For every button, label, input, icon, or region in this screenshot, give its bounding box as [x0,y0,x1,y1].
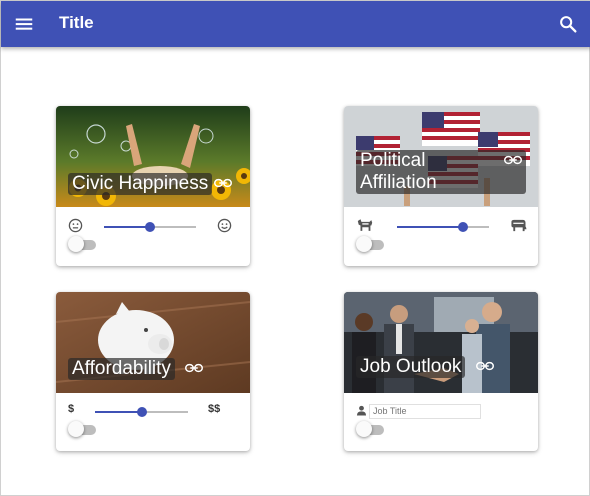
toggle-switch[interactable] [68,421,98,437]
card-title-line1: Political [360,150,426,171]
low-cost-label: $ [68,403,75,415]
card-job-outlook: Job Outlook [344,292,538,451]
search-icon[interactable] [557,13,579,35]
affiliation-slider[interactable] [397,222,489,232]
slider-thumb[interactable] [458,222,469,232]
app-bar: Title [1,1,590,47]
toggle-switch[interactable] [356,421,386,437]
affordability-slider[interactable] [95,407,188,417]
card-civic-happiness: Civic Happiness [56,106,250,266]
smile-face-icon [217,218,232,233]
card-title: Political Affiliation [356,150,526,194]
link-icon[interactable] [476,360,494,372]
card-title: Job Outlook [356,356,466,378]
card-title: Civic Happiness [68,173,213,195]
neutral-face-icon [68,218,83,233]
card-affordability: Affordability $ $$ [56,292,250,451]
card-title: Affordability [68,358,175,380]
link-icon[interactable] [185,362,203,374]
slider-fill [397,226,464,228]
slider-fill [95,411,142,413]
donkey-icon [357,219,373,231]
link-icon[interactable] [504,154,522,166]
happiness-slider[interactable] [104,222,196,232]
slider-thumb[interactable] [136,407,147,417]
card-title-line2: Affiliation [360,172,437,193]
slider-fill [104,226,150,228]
job-title-input[interactable] [369,404,481,419]
toggle-switch[interactable] [356,236,386,252]
menu-icon[interactable] [13,13,35,35]
card-political-affiliation: Political Affiliation [344,106,538,266]
high-cost-label: $$ [208,403,221,415]
link-icon[interactable] [214,177,232,189]
app-title: Title [59,13,94,32]
person-icon [356,405,367,416]
slider-thumb[interactable] [145,222,155,232]
toggle-switch[interactable] [68,236,98,252]
elephant-icon [511,219,527,232]
